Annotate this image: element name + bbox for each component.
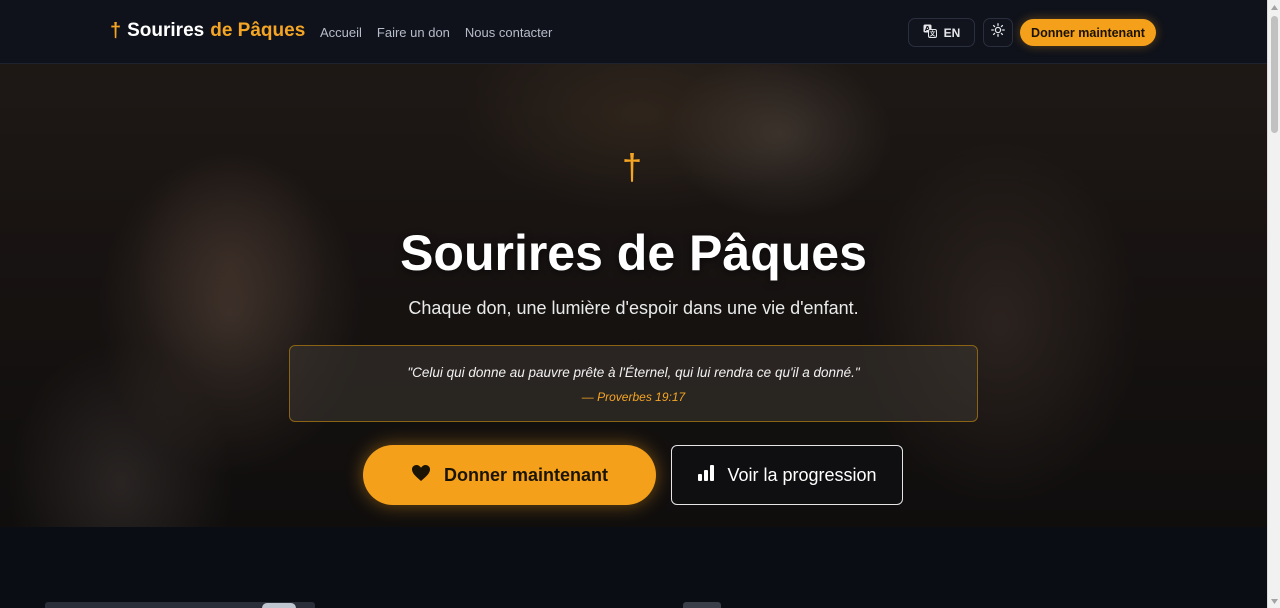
theme-toggle-button[interactable]	[983, 18, 1013, 47]
hero-section: † Sourires de Pâques Chaque don, une lum…	[0, 64, 1267, 527]
content-section	[0, 527, 1267, 608]
donate-hero-label: Donner maintenant	[443, 464, 608, 485]
hero-subtitle: Chaque don, une lumière d'espoir dans un…	[408, 298, 859, 318]
page-scrollbar[interactable]	[1267, 0, 1280, 608]
donate-hero-button[interactable]: Donner maintenant	[363, 445, 656, 505]
nav-link-accueil[interactable]: Accueil	[320, 25, 362, 40]
view-progress-label: Voir la progression	[727, 464, 877, 485]
heart-icon	[411, 464, 431, 487]
bible-quote-box: "Celui qui donne au pauvre prête à l'Éte…	[289, 345, 978, 422]
brand-logo[interactable]: † Sourires de Pâques	[110, 20, 305, 42]
brand-name-part1: Sourires	[127, 20, 205, 41]
navbar: † Sourires de Pâques Accueil Faire un do…	[0, 0, 1267, 64]
quote-reference: — Proverbes 19:17	[581, 390, 686, 404]
cross-icon: †	[621, 146, 643, 187]
brand-name-part2: de Pâques	[210, 20, 306, 41]
language-switch-button[interactable]: A 文 EN	[908, 18, 975, 47]
nav-links: Accueil Faire un don Nous contacter	[320, 25, 552, 40]
quote-text: "Celui qui donne au pauvre prête à l'Éte…	[407, 365, 860, 380]
scrollbar-thumb[interactable]	[1271, 16, 1278, 133]
sun-icon	[991, 23, 1005, 42]
hero-title: Sourires de Pâques	[400, 225, 867, 281]
translate-icon: A 文	[923, 24, 937, 41]
bar-chart-icon	[697, 464, 715, 486]
cross-icon: †	[110, 20, 122, 42]
nav-link-faire-un-don[interactable]: Faire un don	[377, 25, 450, 40]
language-label: EN	[943, 25, 961, 40]
svg-text:文: 文	[928, 30, 936, 38]
scroll-up-arrow-icon[interactable]	[1268, 2, 1280, 12]
card-image-edge	[262, 603, 296, 608]
donate-nav-button[interactable]: Donner maintenant	[1020, 19, 1156, 46]
card-top-edge	[683, 602, 721, 608]
scroll-down-arrow-icon[interactable]	[1268, 596, 1280, 606]
nav-link-contact[interactable]: Nous contacter	[465, 25, 552, 40]
page: † Sourires de Pâques Accueil Faire un do…	[0, 0, 1280, 608]
view-progress-button[interactable]: Voir la progression	[671, 445, 903, 505]
